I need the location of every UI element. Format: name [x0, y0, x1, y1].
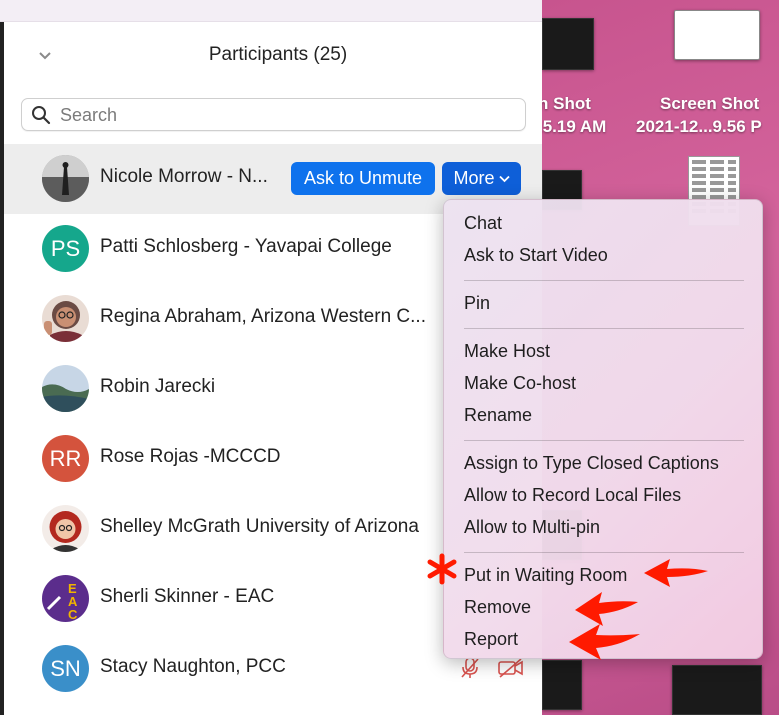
menu-item-remove[interactable]: Remove [464, 597, 531, 618]
menu-item-pin[interactable]: Pin [464, 293, 490, 314]
menu-item-rename[interactable]: Rename [464, 405, 532, 426]
avatar [42, 155, 89, 202]
participant-name: Sherli Skinner - EAC [100, 586, 275, 607]
more-button-label: More [453, 168, 495, 188]
video-off-icon [498, 658, 523, 678]
panel-title: Participants (25) [208, 44, 348, 65]
participant-context-menu: Chat Ask to Start Video Pin Make Host Ma… [443, 199, 763, 659]
desktop-file-label: .5.19 AM [540, 117, 607, 136]
search-icon [32, 106, 51, 125]
ask-to-unmute-button[interactable]: Ask to Unmute [291, 162, 435, 195]
avatar [42, 295, 89, 342]
desktop-file-thumbnail[interactable] [674, 10, 760, 60]
search-input[interactable] [60, 103, 510, 127]
participant-name: Shelley McGrath University of Arizona [100, 516, 419, 537]
avatar: E A C [42, 575, 89, 622]
menu-item-make-co-host[interactable]: Make Co-host [464, 373, 576, 394]
desktop-file-label: Screen Shot [660, 94, 760, 113]
participant-name: Rose Rojas -MCCCD [100, 446, 281, 467]
avatar: RR [42, 435, 89, 482]
menu-separator [464, 328, 744, 329]
desktop-file-thumbnail[interactable] [542, 660, 582, 710]
menu-item-assign-closed-captions[interactable]: Assign to Type Closed Captions [464, 453, 719, 474]
menu-item-allow-record-local[interactable]: Allow to Record Local Files [464, 485, 681, 506]
participant-name: Regina Abraham, Arizona Western C... [100, 306, 426, 327]
chevron-down-icon [498, 175, 510, 182]
svg-text:C: C [68, 607, 78, 622]
menu-item-report[interactable]: Report [464, 629, 518, 650]
participant-name: Nicole Morrow - N... [100, 166, 268, 187]
menu-separator [464, 280, 744, 281]
participant-name: Stacy Naughton, PCC [100, 656, 286, 677]
menu-separator [464, 440, 744, 441]
menu-item-allow-multi-pin[interactable]: Allow to Multi-pin [464, 517, 600, 538]
window-top-strip [0, 0, 542, 22]
menu-item-chat[interactable]: Chat [464, 213, 502, 234]
menu-item-ask-start-video[interactable]: Ask to Start Video [464, 245, 608, 266]
menu-separator [464, 552, 744, 553]
search-box[interactable] [21, 98, 526, 131]
desktop-file-thumbnail[interactable] [672, 665, 762, 715]
avatar [42, 505, 89, 552]
menu-item-put-in-waiting-room[interactable]: Put in Waiting Room [464, 565, 627, 586]
more-button[interactable]: More [442, 162, 521, 195]
desktop-file-label: 2021-12...9.56 P [636, 117, 762, 136]
avatar: SN [42, 645, 89, 692]
desktop-file-label: n Shot [540, 94, 591, 113]
participant-name: Robin Jarecki [100, 376, 216, 397]
mic-muted-icon [461, 657, 479, 678]
row-status-icons [459, 656, 529, 680]
avatar: PS [42, 225, 89, 272]
avatar [42, 365, 89, 412]
participant-name: Patti Schlosberg - Yavapai College [100, 236, 392, 257]
menu-item-make-host[interactable]: Make Host [464, 341, 550, 362]
